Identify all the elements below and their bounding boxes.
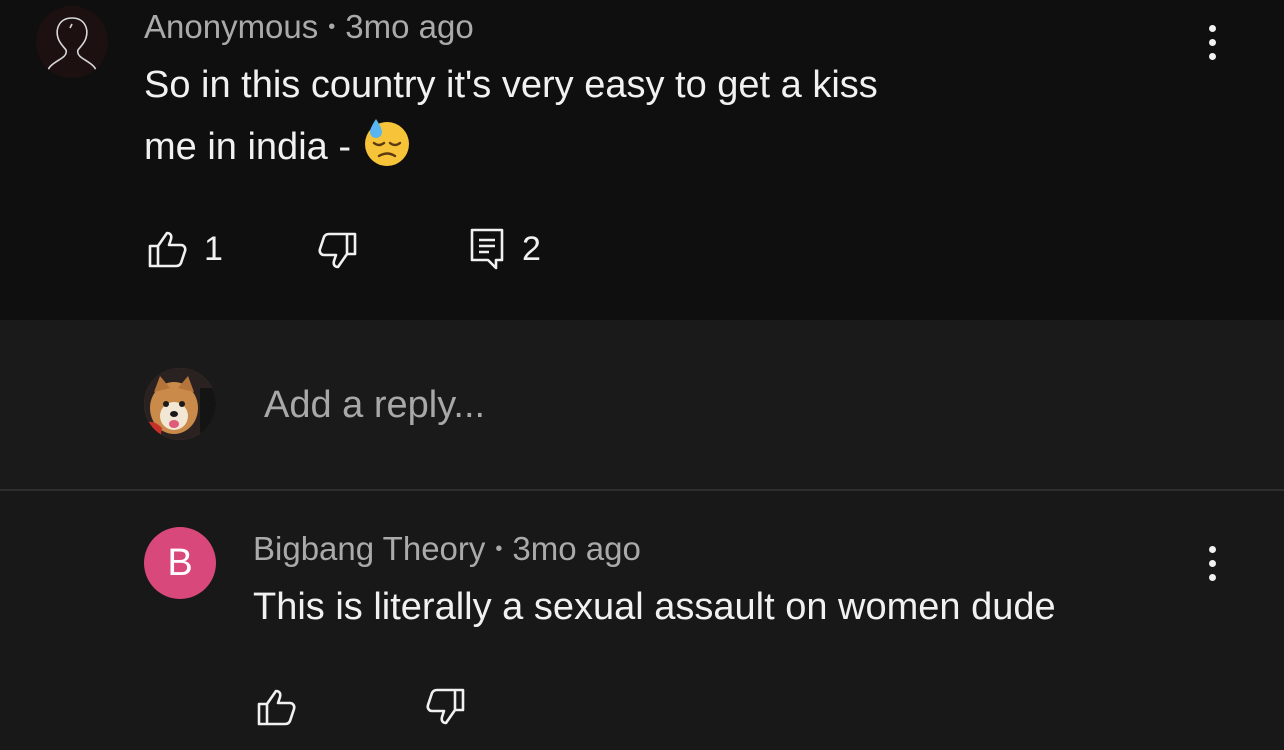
comment1-reply-count: 2: [522, 230, 541, 268]
bigbang-avatar[interactable]: B: [144, 527, 216, 599]
comment2-dislike-button[interactable]: [425, 688, 465, 731]
comment1-line2: me in india -: [144, 126, 362, 168]
comment1-replies-button[interactable]: [470, 228, 504, 275]
comment1-like-button[interactable]: [148, 230, 188, 273]
add-reply-input[interactable]: [264, 375, 1164, 435]
anonymous-avatar[interactable]: [36, 6, 108, 78]
thumb-down-icon: [426, 688, 465, 725]
comment1-line1: So in this country it's very easy to get…: [144, 64, 878, 106]
comment1-meta: Anonymous • 3mo ago: [144, 8, 474, 46]
comment2-like-button[interactable]: [257, 688, 297, 731]
meta-separator: •: [328, 16, 336, 38]
thumb-down-icon: [318, 232, 357, 269]
user-avatar: [144, 368, 216, 440]
more-vert-icon: [1208, 545, 1216, 553]
comment1-like-count: 1: [204, 230, 223, 268]
comment1-more-button[interactable]: [1192, 12, 1232, 72]
dog-avatar-image: [144, 368, 216, 440]
meta-separator: •: [495, 538, 503, 560]
comment2-author[interactable]: Bigbang Theory: [253, 530, 485, 567]
comment1-dislike-button[interactable]: [317, 232, 357, 275]
comment2-meta: Bigbang Theory • 3mo ago: [253, 530, 641, 568]
downcast-sweat-emoji-icon: [362, 117, 412, 167]
anonymous-avatar-image: [36, 6, 108, 78]
comment2-time: 3mo ago: [512, 530, 641, 567]
comment1-author[interactable]: Anonymous: [144, 8, 318, 45]
comment2-text: This is literally a sexual assault on wo…: [253, 586, 1056, 628]
comment1-time: 3mo ago: [345, 8, 474, 45]
comment-icon: [470, 228, 504, 270]
thumb-up-icon: [257, 689, 296, 726]
more-vert-icon: [1208, 24, 1216, 32]
thumb-up-icon: [148, 231, 187, 268]
comment2-more-button[interactable]: [1192, 533, 1232, 593]
comment1-line2-wrap: me in india -: [144, 116, 878, 178]
comment1-text: So in this country it's very easy to get…: [144, 54, 878, 178]
